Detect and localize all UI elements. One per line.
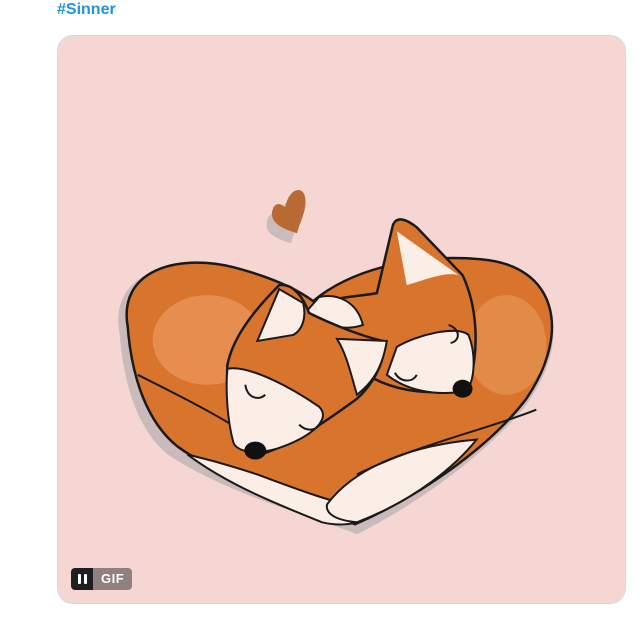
gif-media-card[interactable]: GIF (57, 35, 626, 604)
hashtag-link[interactable]: #Sinner (57, 1, 116, 19)
pause-button[interactable] (71, 568, 93, 590)
tweet-content: #Sinner GIF (0, 0, 641, 617)
gif-badge: GIF (93, 568, 133, 590)
pause-icon (77, 574, 81, 584)
fox-heart-illustration (58, 36, 625, 603)
gif-controls: GIF (71, 568, 133, 590)
